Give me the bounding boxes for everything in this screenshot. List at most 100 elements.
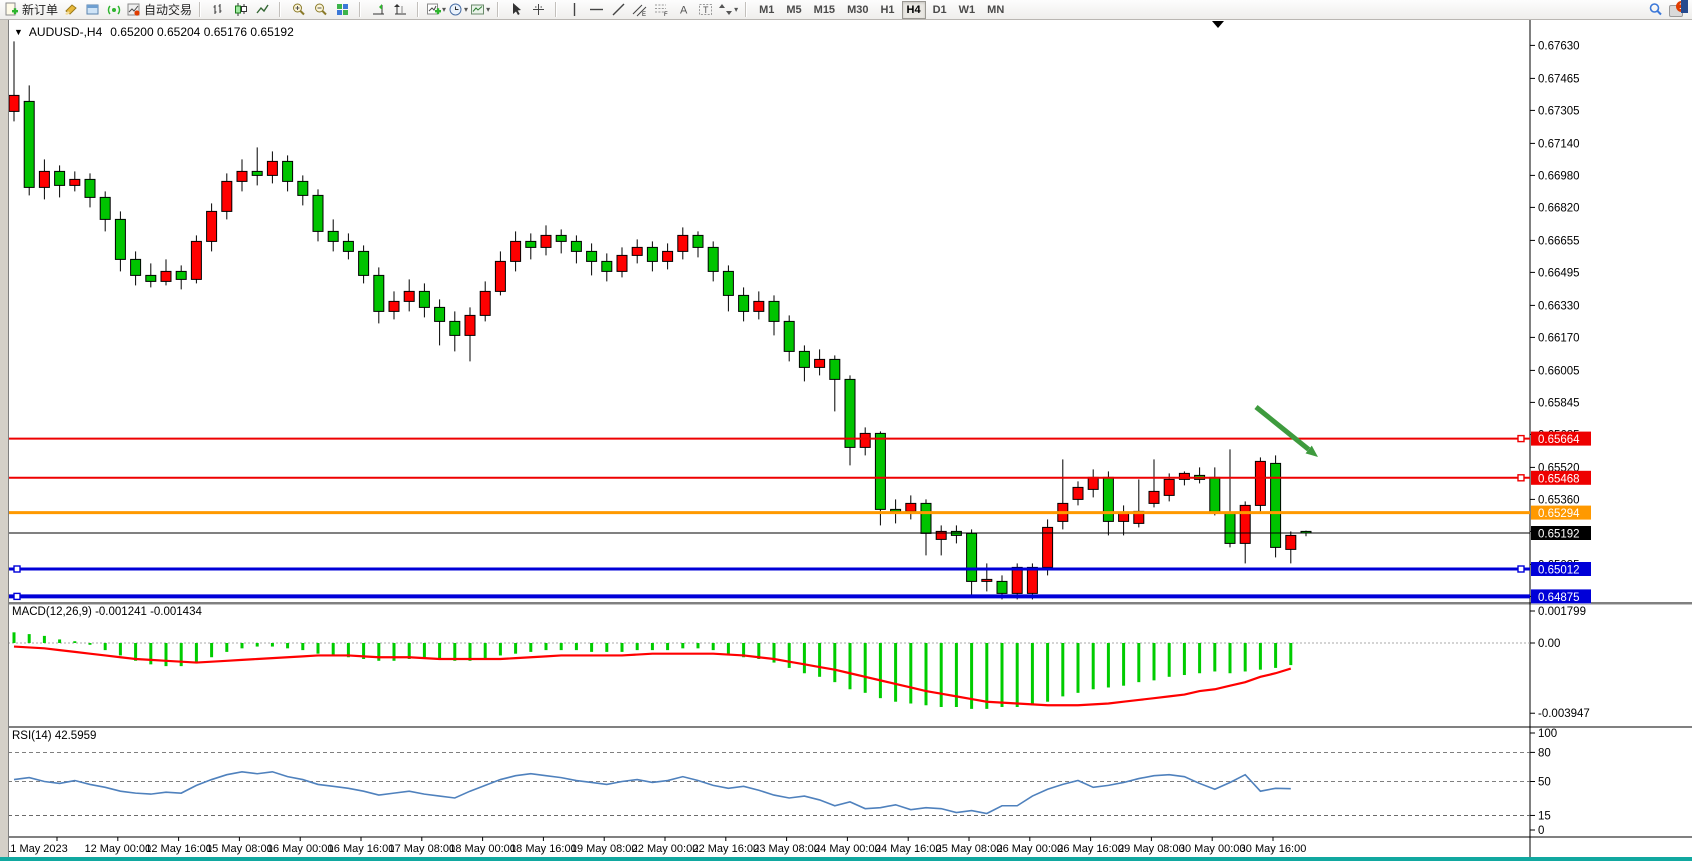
periods-button[interactable]: ▾ [447,0,469,19]
toolbar-separator [199,2,201,17]
cursor-tool-button[interactable] [505,0,527,19]
line-handle[interactable] [1518,436,1524,442]
signals-button[interactable] [103,0,125,19]
price-tick-label: 0.66820 [1538,202,1580,214]
candlestick [70,179,80,185]
chart-ohlc-values: 0.65200 0.65204 0.65176 0.65192 [110,25,294,39]
templates-icon [470,2,485,17]
candlestick [511,241,521,261]
timeframe-button-h4[interactable]: H4 [902,1,926,19]
toolbar-right: 1 [1644,0,1688,19]
add-indicator-button[interactable]: ▾ [425,0,447,19]
styler-button[interactable] [59,0,81,19]
fibonacci-tool[interactable]: F [651,0,673,19]
candlestick [526,241,536,247]
templates-button[interactable]: ▾ [469,0,491,19]
candlestick [1271,463,1281,547]
line-handle[interactable] [14,593,20,599]
time-tick-label: 19 May 08:00 [571,843,638,855]
trendline-tool[interactable] [607,0,629,19]
chart-shift-icon [393,2,408,17]
timeframe-button-m30[interactable]: M30 [842,1,873,19]
time-tick-label: 24 May 00:00 [814,843,881,855]
rsi-axis-label: 0 [1538,825,1544,837]
arrows-tool[interactable]: ▾ [717,0,739,19]
dropdown-caret[interactable]: ▾ [464,5,468,14]
candlestick [191,241,201,279]
line-chart-icon [255,2,270,17]
candlestick [1088,477,1098,489]
line-handle[interactable] [1518,566,1524,572]
candlestick [708,247,718,271]
candlestick [815,359,825,367]
candlestick [769,301,779,321]
dropdown-caret[interactable]: ▾ [442,5,446,14]
timeframe-button-d1[interactable]: D1 [928,1,952,19]
chart-canvas[interactable]: 0.676300.674650.673050.671400.669800.668… [0,19,1692,857]
price-tick-label: 0.66330 [1538,300,1580,312]
price-line-label: 0.65294 [1538,508,1580,520]
timeframe-button-mn[interactable]: MN [982,1,1009,19]
timeframe-button-m5[interactable]: M5 [781,1,806,19]
line-chart-mode-button[interactable] [251,0,273,19]
candlestick [1210,477,1220,513]
trendline-icon [611,2,626,17]
candlestick [997,581,1007,593]
candlestick [1286,535,1296,549]
candlestick [85,179,95,197]
time-tick-label: 30 May 00:00 [1179,843,1246,855]
candlestick [389,301,399,311]
toolbar-group-zoom [284,0,356,19]
mt4-terminal: 新订单 [0,0,1692,861]
new-order-button[interactable]: 新订单 [3,0,59,19]
candlestick [222,181,232,211]
timeframe-button-m1[interactable]: M1 [754,1,779,19]
market-watch-button[interactable] [81,0,103,19]
text-label-tool[interactable]: T [695,0,717,19]
crosshair-tool-button[interactable] [527,0,549,19]
time-tick-label: 16 May 00:00 [267,843,334,855]
bar-chart-mode-button[interactable] [207,0,229,19]
styler-icon [63,2,78,17]
price-tick-label: 0.65360 [1538,494,1580,506]
auto-scroll-button[interactable] [367,0,389,19]
chart-shift-button[interactable] [389,0,411,19]
price-tick-label: 0.67465 [1538,73,1580,85]
text-label-icon: T [698,2,714,17]
toolbar-separator [745,2,747,17]
time-tick-label: 25 May 08:00 [936,843,1003,855]
tile-windows-icon [335,2,350,17]
candlestick [921,503,931,533]
macd-indicator-label: MACD(12,26,9) -0.001241 -0.001434 [12,606,202,618]
chart-menu-icon[interactable]: ▼ [14,27,23,37]
horizontal-line-tool[interactable] [585,0,607,19]
line-handle[interactable] [1518,475,1524,481]
time-tick-label: 23 May 08:00 [753,843,820,855]
auto-trading-button[interactable]: 自动交易 [125,0,193,19]
vertical-line-tool[interactable] [563,0,585,19]
candlestick [875,433,885,509]
zoom-out-button[interactable] [309,0,331,19]
timeframe-button-w1[interactable]: W1 [954,1,981,19]
dropdown-caret[interactable]: ▾ [734,5,738,14]
line-handle[interactable] [14,566,20,572]
market-watch-icon [85,2,100,17]
time-tick-label: 18 May 16:00 [510,843,577,855]
price-tick-label: 0.66005 [1538,365,1580,377]
timeframe-button-h1[interactable]: H1 [875,1,899,19]
candlestick [435,307,445,321]
chart-title: ▼ AUDUSD-,H4 0.65200 0.65204 0.65176 0.6… [14,25,294,39]
tile-windows-button[interactable] [331,0,353,19]
candlestick-mode-button[interactable] [229,0,251,19]
dropdown-caret[interactable]: ▾ [486,5,490,14]
channel-tool[interactable]: E [629,0,651,19]
text-tool[interactable]: A [673,0,695,19]
add-indicator-icon [426,2,441,17]
window-left-border [0,19,9,857]
macd-axis-label: -0.003947 [1538,708,1590,720]
svg-text:F: F [664,12,668,17]
price-tick-label: 0.67630 [1538,40,1580,52]
search-button[interactable] [1644,0,1666,19]
timeframe-button-m15[interactable]: M15 [809,1,840,19]
zoom-in-button[interactable] [287,0,309,19]
